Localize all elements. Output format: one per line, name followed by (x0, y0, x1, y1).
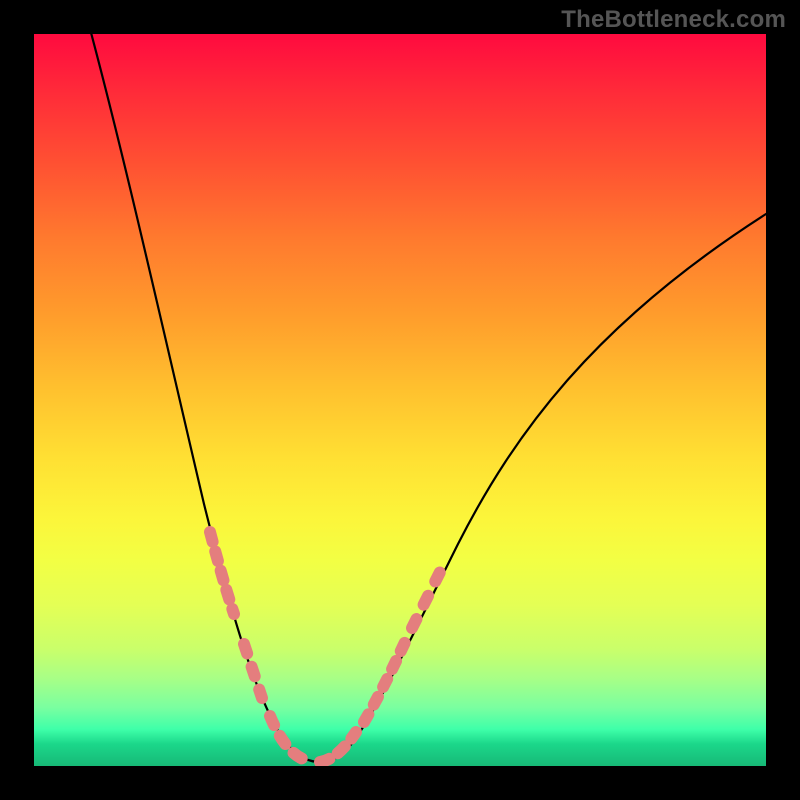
watermark-text: TheBottleneck.com (561, 6, 786, 34)
highlight-segment-2 (244, 644, 262, 698)
curve-svg (34, 34, 766, 766)
highlight-segment-1 (210, 532, 234, 614)
highlight-segment-4 (320, 732, 356, 762)
bottleneck-curve (86, 34, 766, 762)
chart-container: TheBottleneck.com (0, 0, 800, 800)
highlight-segment-6 (412, 568, 442, 628)
highlight-segment-3 (270, 716, 306, 760)
highlight-segment-5 (364, 640, 406, 722)
plot-area (34, 34, 766, 766)
